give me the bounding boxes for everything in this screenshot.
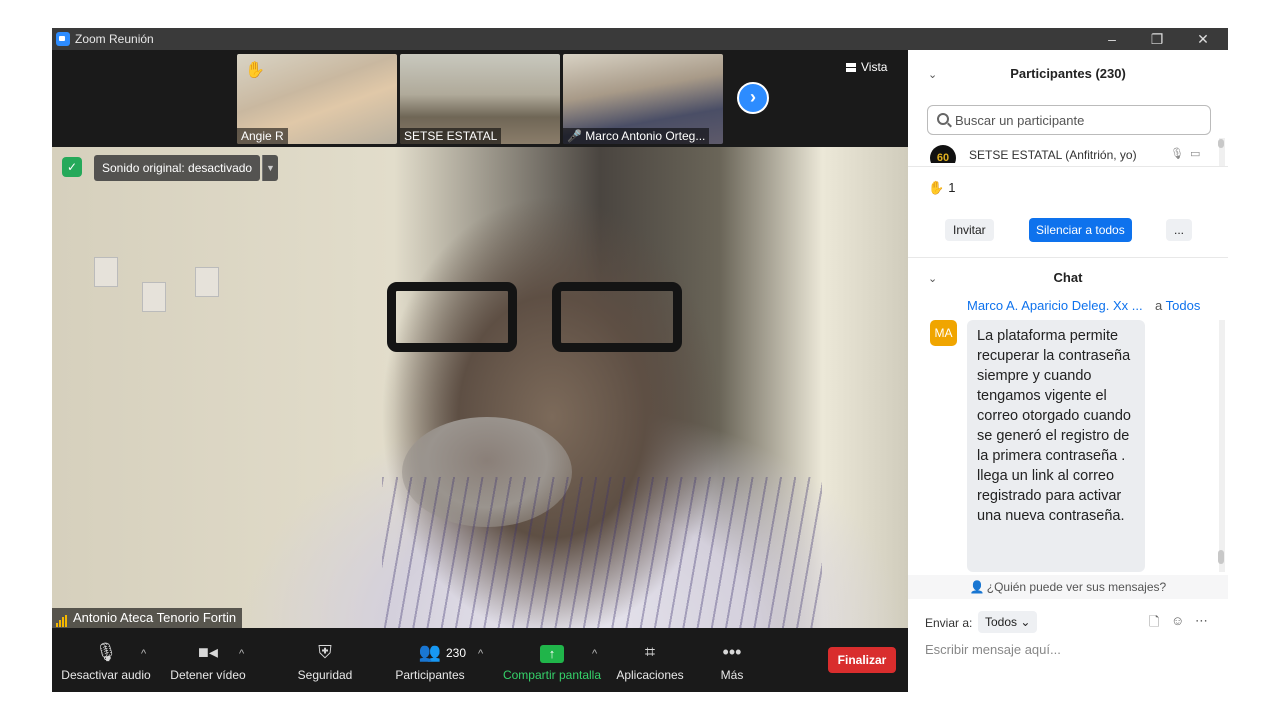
more-options-icon[interactable]: ⋯ — [1195, 613, 1208, 629]
divider — [908, 257, 1228, 258]
original-sound-indicator[interactable]: Sonido original: desactivado — [94, 155, 261, 181]
user-visibility-icon: 👤 — [969, 580, 985, 594]
chevron-down-icon[interactable]: ▼ — [262, 155, 278, 181]
share-screen-icon: ↑ — [500, 628, 604, 668]
participants-scrollbar[interactable] — [1218, 139, 1224, 148]
who-can-see-messages-link[interactable]: 👤 ¿Quién puede ver sus mensajes? — [908, 575, 1228, 599]
share-label: Compartir pantalla — [502, 668, 602, 682]
wall-photo — [142, 282, 166, 312]
active-speaker-video: ✓ Sonido original: desactivado ▼ Antonio… — [52, 147, 908, 628]
gallery-view-icon — [846, 63, 856, 72]
thumbnail-name: 🎤 Marco Antonio Orteg... — [563, 128, 710, 144]
video-camera-icon: ■◂ — [198, 642, 218, 662]
who-can-see-label: ¿Quién puede ver sus mensajes? — [986, 580, 1167, 594]
file-icon[interactable]: 🗋 — [1149, 613, 1159, 635]
chat-scrollbar[interactable] — [1218, 550, 1224, 564]
mic-muted-icon: 🎤 — [567, 129, 582, 143]
side-panel: ⌄ Participantes (230) Buscar un particip… — [908, 50, 1228, 692]
raised-hand-icon: ✋ — [928, 180, 945, 195]
signal-strength-icon — [56, 612, 68, 627]
apps-icon: ⌗ — [644, 642, 656, 662]
thumbnail-angie[interactable]: ✋ Angie R — [237, 54, 397, 144]
more-label: Más — [720, 668, 744, 682]
divider — [908, 166, 1228, 167]
meeting-toolbar: 🎙 Desactivar audio ^ ■◂ Detener vídeo ^ … — [52, 628, 908, 692]
speaker-name-label: Antonio Ateca Tenorio Fortin — [52, 608, 243, 628]
video-camera-icon[interactable]: ▭ — [1190, 147, 1200, 160]
zoom-window: Zoom Reunión – ❐ ✕ ✋ Angie R SETSE ESTAT… — [52, 28, 1228, 692]
chat-message: La plataforma permite recuperar la contr… — [967, 320, 1145, 572]
chat-recipient: a Todos — [1155, 298, 1200, 313]
invite-button[interactable]: Invitar — [945, 219, 994, 241]
participant-avatar: 60 — [930, 145, 956, 163]
next-page-arrow-icon[interactable]: › — [737, 82, 769, 114]
apps-button[interactable]: ⌗ Aplicaciones — [614, 628, 686, 692]
shield-check-icon[interactable]: ✓ — [62, 157, 82, 177]
chat-scroll-track[interactable] — [1219, 320, 1225, 572]
emoji-icon[interactable]: ☺ — [1171, 613, 1184, 628]
chat-to-prefix: a — [1155, 298, 1163, 313]
chevron-up-icon[interactable]: ^ — [478, 648, 483, 660]
chat-title: Chat — [1053, 270, 1083, 285]
raised-hands-count: ✋ 1 — [928, 180, 955, 196]
search-icon — [937, 113, 949, 125]
security-label: Seguridad — [297, 668, 353, 682]
zoom-app-icon — [56, 32, 70, 46]
send-to-value: Todos — [985, 615, 1018, 629]
search-placeholder: Buscar un participante — [955, 113, 1085, 128]
participant-name: SETSE ESTATAL (Anfitrión, yo) — [969, 148, 1137, 162]
microphone-icon: 🎙 — [94, 642, 118, 662]
chat-avatar: MA — [930, 320, 957, 346]
shield-icon: ⛨ — [318, 642, 332, 662]
restore-button[interactable]: ❐ — [1137, 29, 1177, 49]
chat-sender-name[interactable]: Marco A. Aparicio Deleg. Xx ... — [967, 298, 1143, 313]
thumbnail-name-text: Marco Antonio Orteg... — [585, 129, 706, 143]
thumbnail-name: Angie R — [237, 128, 288, 144]
more-dots-icon: ••• — [722, 642, 742, 662]
chevron-up-icon[interactable]: ^ — [239, 648, 244, 660]
view-button[interactable]: Vista — [846, 60, 887, 74]
more-button[interactable]: ••• Más — [712, 628, 752, 692]
mute-label: Desactivar audio — [61, 668, 151, 682]
speaker-glasses — [387, 282, 687, 367]
share-screen-button[interactable]: ↑ Compartir pantalla — [500, 628, 604, 692]
chevron-up-icon[interactable]: ^ — [592, 648, 597, 660]
participant-row[interactable]: 60 SETSE ESTATAL (Anfitrión, yo) 🎙 ▭ — [930, 145, 1210, 163]
raised-hand-icon: ✋ — [245, 62, 265, 79]
minimize-button[interactable]: – — [1092, 29, 1132, 49]
mute-button[interactable]: 🎙 Desactivar audio — [60, 628, 152, 692]
video-label: Detener vídeo — [170, 668, 246, 682]
participant-search-input[interactable]: Buscar un participante — [927, 105, 1211, 135]
chevron-up-icon[interactable]: ^ — [141, 648, 146, 660]
raised-hands-number: 1 — [948, 180, 956, 195]
wall-photo — [195, 267, 219, 297]
video-area: ✋ Angie R SETSE ESTATAL 🎤 Marco Antonio … — [52, 50, 908, 692]
participants-button[interactable]: 👥 Participantes — [392, 628, 468, 692]
speaker-name: Antonio Ateca Tenorio Fortin — [73, 610, 237, 625]
thumbnail-name: SETSE ESTATAL — [400, 128, 502, 144]
wall-photo — [94, 257, 118, 287]
participants-label: Participantes — [395, 668, 465, 682]
apps-label: Aplicaciones — [616, 668, 684, 682]
participants-count: 230 — [446, 646, 467, 660]
security-button[interactable]: ⛨ Seguridad — [292, 628, 358, 692]
title-bar: Zoom Reunión – ❐ ✕ — [52, 28, 1228, 50]
close-button[interactable]: ✕ — [1183, 29, 1223, 49]
view-button-label: Vista — [861, 60, 888, 74]
end-meeting-button[interactable]: Finalizar — [828, 647, 896, 673]
send-to-dropdown[interactable]: Todos ⌄ — [978, 611, 1038, 633]
participants-more-button[interactable]: ... — [1166, 219, 1193, 241]
stop-video-button[interactable]: ■◂ Detener vídeo — [167, 628, 249, 692]
speaker-shirt — [382, 477, 822, 628]
window-title: Zoom Reunión — [75, 32, 154, 46]
participants-title: Participantes (230) — [1010, 66, 1126, 81]
send-to-label: Enviar a: — [925, 616, 973, 630]
chat-to-target: Todos — [1165, 298, 1201, 313]
chat-message-input[interactable] — [925, 642, 1215, 657]
mute-all-button[interactable]: Silenciar a todos — [1029, 218, 1132, 242]
chevron-down-icon: ⌄ — [1020, 615, 1031, 629]
microphone-icon[interactable]: 🎙 — [1170, 147, 1184, 160]
thumbnail-marco[interactable]: 🎤 Marco Antonio Orteg... — [563, 54, 723, 144]
thumbnail-setse[interactable]: SETSE ESTATAL — [400, 54, 560, 144]
